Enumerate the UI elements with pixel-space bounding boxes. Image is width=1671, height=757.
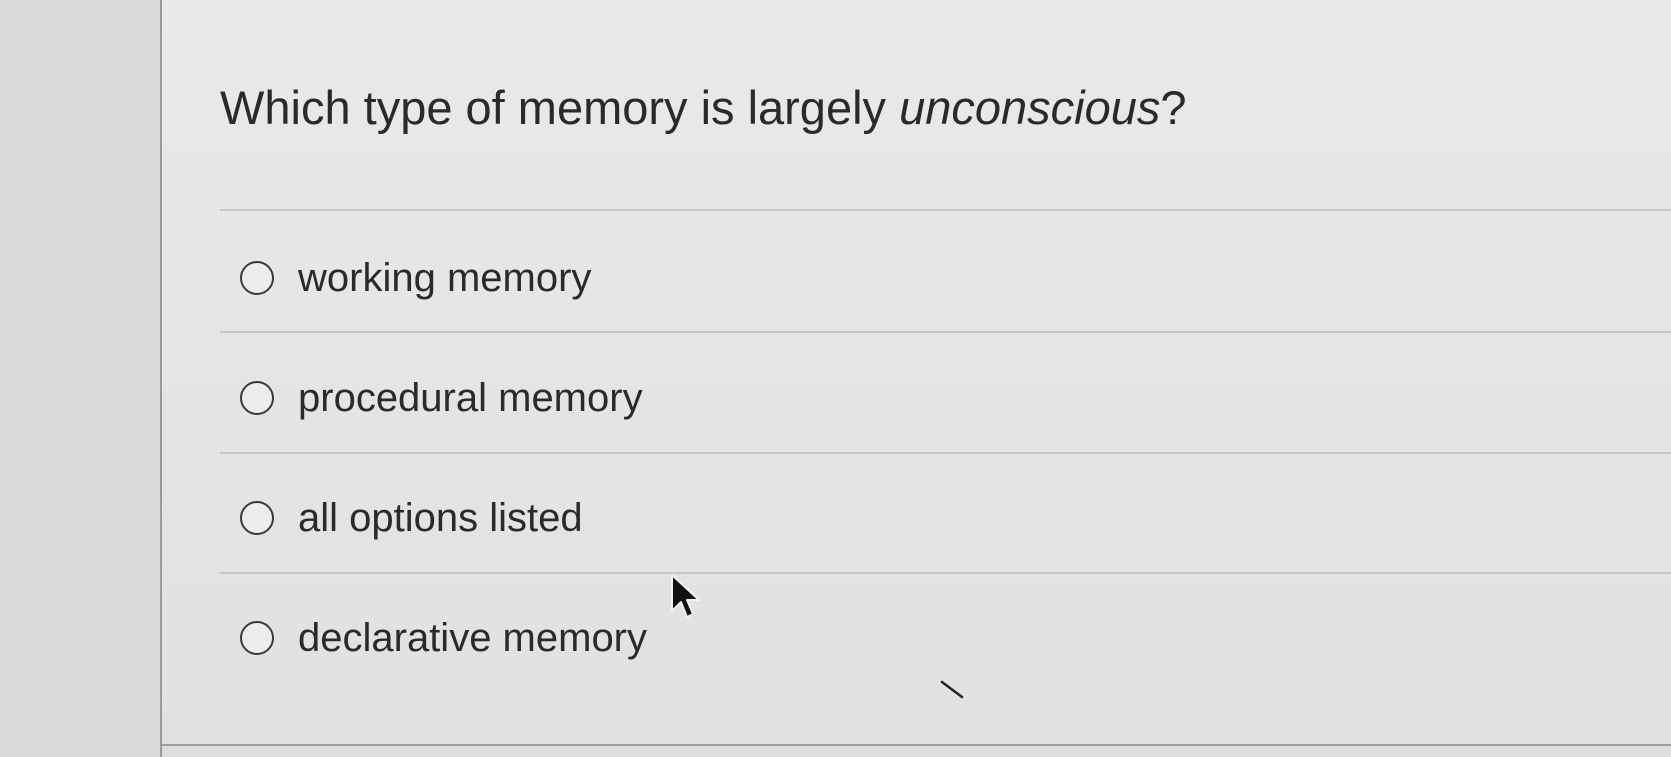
option-procedural-memory[interactable]: procedural memory (240, 372, 643, 424)
option-label: declarative memory (298, 616, 648, 660)
card-bottom-border (162, 744, 1671, 746)
option-all-options-listed[interactable]: all options listed (240, 492, 583, 544)
radio-unchecked-icon[interactable] (240, 621, 274, 655)
mouse-pointer-icon (671, 574, 700, 618)
radio-unchecked-icon[interactable] (240, 381, 274, 415)
left-gutter (0, 0, 160, 757)
option-declarative-memory[interactable]: declarative memory (240, 612, 647, 664)
option-label: all options listed (298, 496, 583, 540)
separator (220, 452, 1671, 454)
question-text-emphasis: unconscious (899, 81, 1161, 134)
option-label: working memory (298, 256, 592, 300)
separator (220, 572, 1671, 574)
question-text: Which type of memory is largely unconsci… (220, 78, 1187, 138)
question-text-start: Which type of memory is largely (220, 81, 900, 134)
separator-top (220, 209, 1671, 211)
screen-speck (940, 680, 964, 699)
question-text-end: ? (1160, 81, 1187, 134)
option-working-memory[interactable]: working memory (240, 252, 591, 304)
radio-unchecked-icon[interactable] (240, 261, 274, 295)
radio-unchecked-icon[interactable] (240, 501, 274, 535)
option-label: procedural memory (298, 376, 643, 420)
separator (220, 331, 1671, 333)
